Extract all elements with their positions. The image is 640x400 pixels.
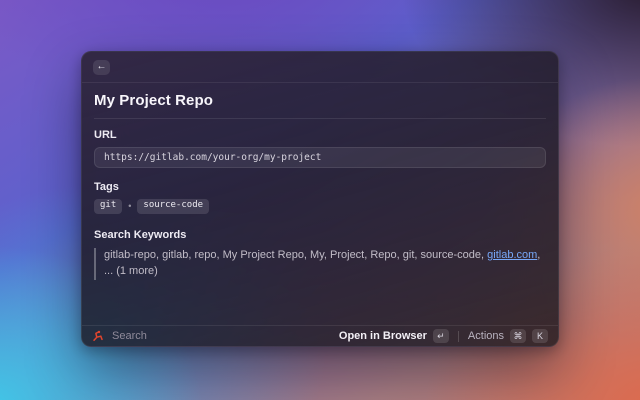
tag-separator: • [128, 201, 131, 211]
keywords-link[interactable]: gitlab.com [487, 249, 537, 261]
action-bar-right: Open in Browser ↵ Actions ⌘ K [339, 329, 548, 343]
page-title: My Project Repo [94, 92, 546, 109]
action-bar-left: Search [92, 330, 147, 342]
footer-divider [458, 331, 459, 342]
open-in-browser-button[interactable]: Open in Browser [339, 330, 427, 342]
back-button[interactable]: ← [93, 60, 110, 75]
title-divider [94, 118, 546, 119]
actions-button[interactable]: Actions [468, 330, 504, 342]
tag-pill-source-code: source-code [137, 199, 209, 214]
url-label: URL [94, 129, 546, 141]
window-header: ← [82, 52, 558, 83]
k-key-badge: K [532, 329, 548, 343]
quicklink-detail-window: ← My Project Repo URL https://gitlab.com… [81, 51, 559, 347]
search-input[interactable]: Search [112, 330, 147, 342]
extension-icon [92, 330, 104, 342]
tags-row: git • source-code [94, 199, 546, 214]
cmd-key-badge: ⌘ [510, 329, 526, 343]
tag-pill-git: git [94, 199, 122, 214]
keywords-text: gitlab-repo, gitlab, repo, My Project Re… [104, 249, 487, 261]
action-bar: Search Open in Browser ↵ Actions ⌘ K [82, 325, 558, 346]
tags-label: Tags [94, 181, 546, 193]
back-arrow-icon: ← [97, 62, 107, 72]
url-input[interactable]: https://gitlab.com/your-org/my-project [94, 147, 546, 168]
search-keywords-label: Search Keywords [94, 229, 546, 241]
desktop-background: ← My Project Repo URL https://gitlab.com… [0, 0, 640, 400]
search-keywords-value: gitlab-repo, gitlab, repo, My Project Re… [94, 248, 546, 280]
detail-content: My Project Repo URL https://gitlab.com/y… [82, 83, 558, 325]
enter-key-badge: ↵ [433, 329, 449, 343]
url-value: https://gitlab.com/your-org/my-project [104, 152, 321, 163]
